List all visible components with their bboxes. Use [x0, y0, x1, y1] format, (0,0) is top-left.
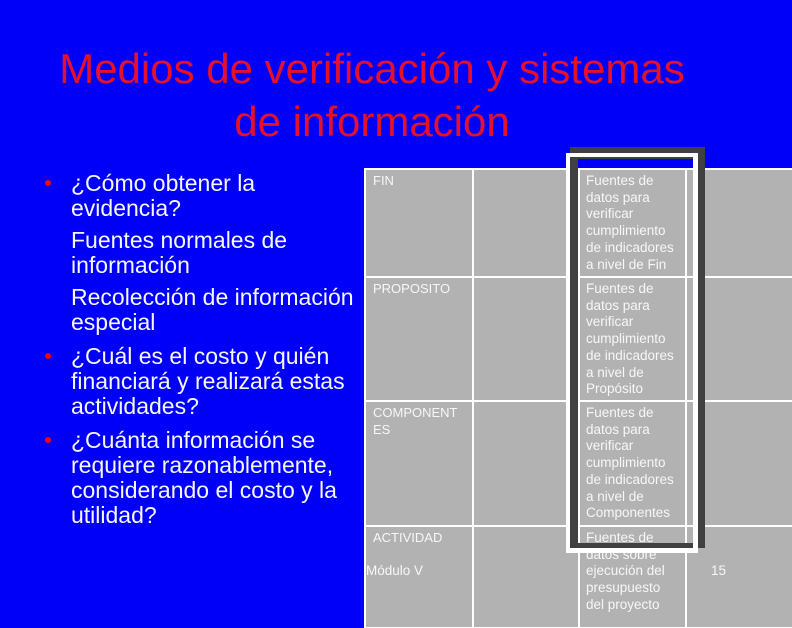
table-cell-level: PROPOSITO	[366, 278, 472, 400]
sub-text: Recolección de información especial	[71, 284, 354, 335]
table-cell-indicators	[474, 170, 578, 276]
highlight-frame	[566, 153, 698, 553]
bullet-item: ¿Cómo obtener la evidencia?	[45, 170, 363, 221]
sub-text: Fuentes normales de información	[71, 227, 288, 278]
table-cell-indicators	[474, 527, 578, 627]
footer-module-label: Módulo V	[366, 563, 424, 578]
table-cell-indicators	[474, 278, 578, 400]
slide-title: Medios de verificación y sistemas de inf…	[0, 42, 744, 148]
bullet-text: ¿Cuál es el costo y quién financiará y r…	[71, 343, 345, 419]
sub-item: Fuentes normales de información	[71, 228, 363, 278]
bullet-dot-icon	[45, 180, 51, 186]
sub-item: Recolección de información especial	[71, 285, 363, 335]
bullet-text: ¿Cuánta información se requiere razonabl…	[71, 427, 337, 528]
table-cell-indicators	[474, 402, 578, 525]
table-cell-level: FIN	[366, 170, 472, 276]
slide-number: 15	[711, 563, 727, 578]
slide-title-line-2: de información	[234, 98, 510, 145]
bullet-item: ¿Cuánta información se requiere razonabl…	[45, 427, 363, 528]
bullet-text: ¿Cómo obtener la evidencia?	[71, 170, 256, 221]
table-cell-level: COMPONENTES	[366, 402, 472, 525]
bullet-dot-icon	[45, 437, 51, 443]
bullet-item: ¿Cuál es el costo y quién financiará y r…	[45, 343, 363, 419]
bullet-list: ¿Cómo obtener la evidencia? Fuentes norm…	[45, 170, 363, 528]
bullet-dot-icon	[45, 353, 51, 359]
slide-title-line-1: Medios de verificación y sistemas	[59, 45, 685, 92]
